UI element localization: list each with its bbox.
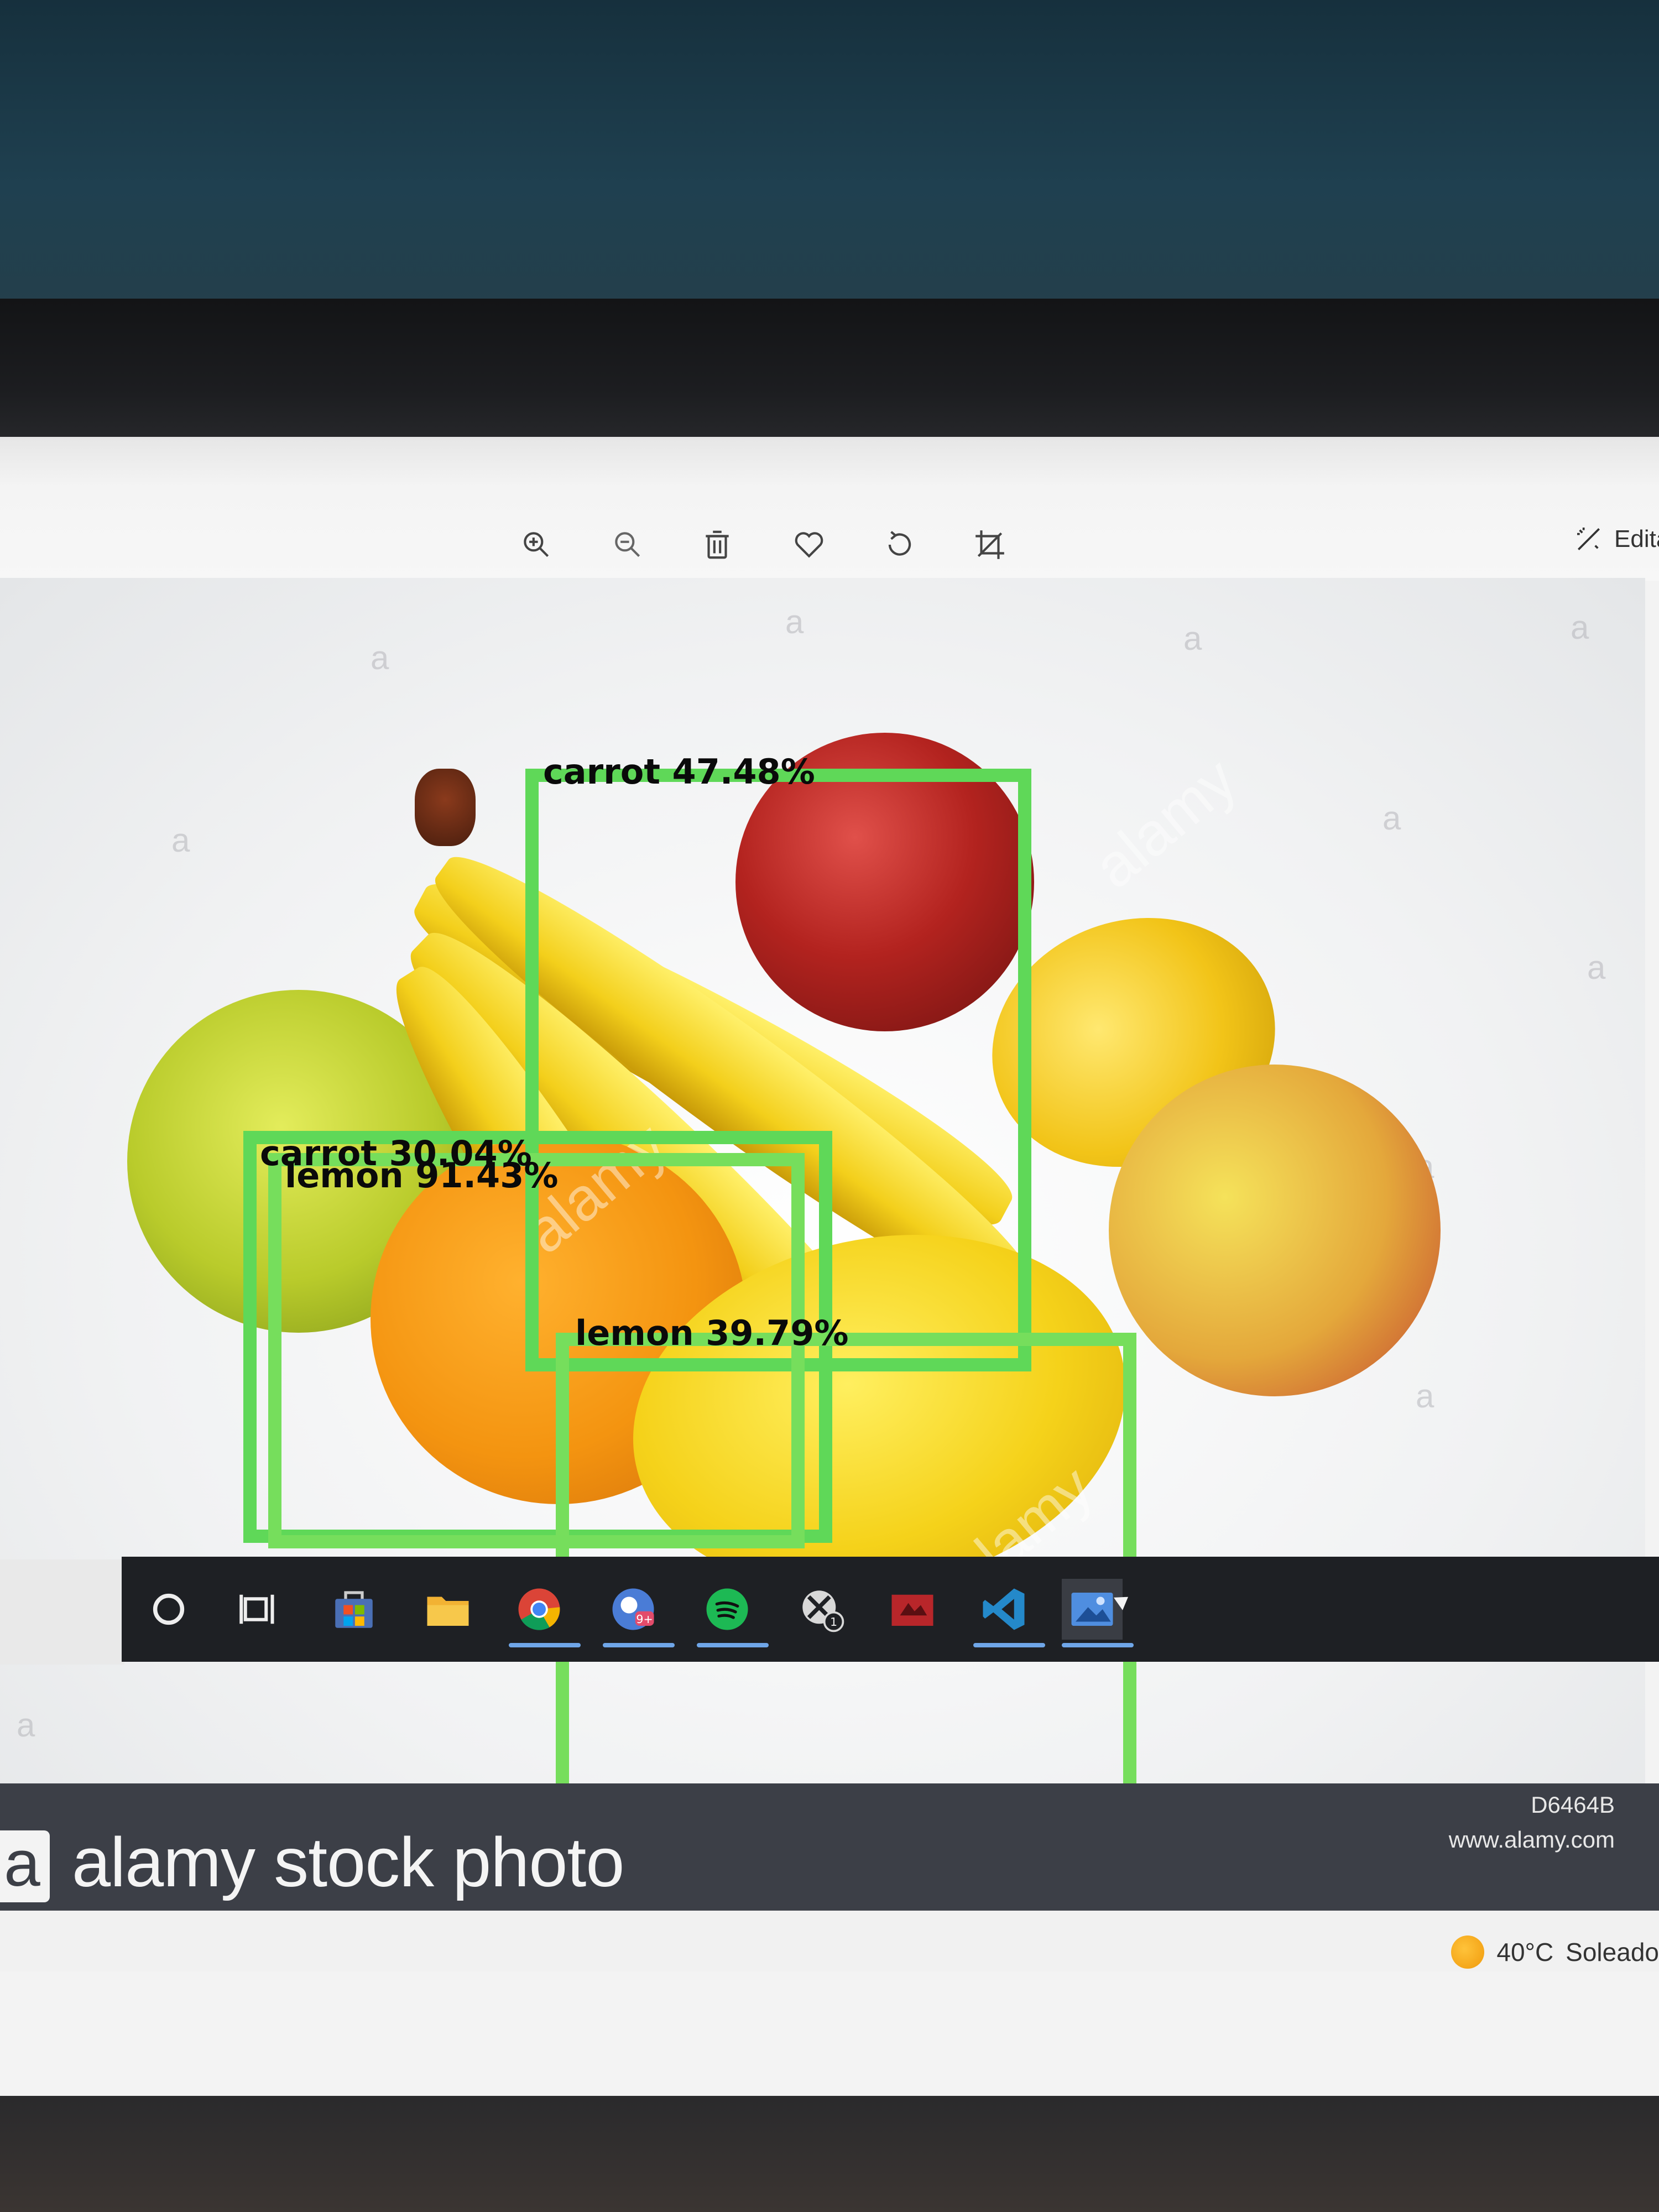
watermark-letter: a: [171, 822, 190, 859]
image-id: D6464B: [1531, 1792, 1615, 1818]
detection-label: lemon 39.79%: [575, 1313, 849, 1353]
banner-text: alamy stock photo: [72, 1823, 625, 1901]
crop-icon[interactable]: [965, 520, 1015, 570]
taskbar: 9+ 1: [122, 1557, 1659, 1662]
edit-button-label: Edita: [1614, 525, 1659, 552]
weather-temperature: 40°C: [1496, 1938, 1554, 1966]
zoom-in-icon[interactable]: [512, 520, 561, 570]
source-url: www.alamy.com: [1448, 1827, 1615, 1853]
vscode-icon[interactable]: [973, 1579, 1045, 1647]
taskbar-search-edge[interactable]: [0, 1559, 124, 1665]
banana-stem: [415, 769, 476, 846]
sun-icon: [1451, 1936, 1485, 1969]
task-view-icon[interactable]: [229, 1579, 290, 1640]
xbox-badge: 1: [830, 1615, 837, 1629]
background-wall: [0, 0, 1659, 310]
delete-icon[interactable]: [692, 520, 742, 570]
watermark-letter: a: [371, 639, 389, 676]
watermark-letter: a: [1416, 1378, 1434, 1415]
photos-icon[interactable]: [1062, 1579, 1134, 1647]
edit-button[interactable]: Edita: [1573, 514, 1659, 564]
alamy-logo: a: [0, 1830, 50, 1902]
chrome-profile-badge: 9+: [636, 1613, 653, 1626]
file-explorer-icon[interactable]: [418, 1579, 478, 1640]
watermark-letter: a: [1587, 949, 1606, 986]
running-indicator: [973, 1643, 1045, 1647]
detection-label: carrot 30.04%: [260, 1133, 532, 1173]
game-app-icon[interactable]: [882, 1579, 943, 1640]
store-icon[interactable]: [324, 1579, 384, 1640]
watermark-letter: a: [17, 1707, 35, 1744]
watermark-letter: a: [1383, 800, 1401, 837]
stock-photo-banner: a alamy stock photo D6464B www.alamy.com: [0, 1783, 1659, 1911]
chrome-profile-icon[interactable]: 9+: [603, 1579, 675, 1647]
watermark-brand: alamy: [1081, 745, 1249, 901]
weather-widget[interactable]: 40°C Soleado: [1451, 1936, 1659, 1969]
running-indicator: [1062, 1643, 1134, 1647]
watermark-letter: a: [785, 603, 804, 640]
edit-icon: [1577, 528, 1600, 550]
running-indicator: [697, 1643, 769, 1647]
xbox-icon[interactable]: 1: [791, 1579, 852, 1640]
rotate-icon[interactable]: [875, 520, 925, 570]
detection-label: carrot 47.48%: [543, 752, 815, 792]
desk-surface: [0, 2096, 1659, 2212]
zoom-out-icon[interactable]: [603, 520, 653, 570]
cortana-icon[interactable]: [138, 1579, 199, 1640]
yellow-red-apple: [1109, 1065, 1441, 1396]
running-indicator: [603, 1643, 675, 1647]
watermark-letter: a: [1571, 609, 1589, 646]
window-bottom-area: [0, 1911, 1659, 1971]
weather-condition: Soleado: [1566, 1938, 1659, 1966]
running-indicator: [509, 1643, 581, 1647]
photos-app-window: Edita a a a a a a a a a a a a a alamy al…: [0, 437, 1659, 2096]
chrome-icon[interactable]: [509, 1579, 581, 1647]
watermark-letter: a: [1183, 620, 1202, 657]
favorite-icon[interactable]: [784, 520, 834, 570]
spotify-icon[interactable]: [697, 1579, 769, 1647]
photo-toolbar: Edita: [0, 437, 1659, 581]
